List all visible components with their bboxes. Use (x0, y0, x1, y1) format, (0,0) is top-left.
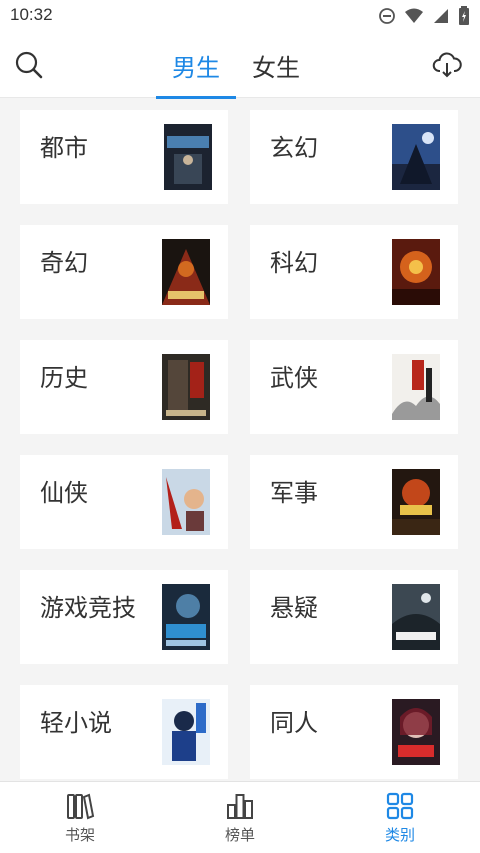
category-cover-image (162, 584, 210, 650)
category-cover-image (162, 354, 210, 420)
category-cover-image (392, 239, 440, 305)
category-label: 都市 (40, 134, 88, 162)
signal-icon (434, 9, 448, 23)
category-card-xianxia[interactable]: 仙侠 (20, 455, 228, 549)
category-label: 军事 (270, 479, 318, 507)
status-icons (378, 6, 470, 26)
category-label: 仙侠 (40, 479, 88, 507)
category-card-youxijingji[interactable]: 游戏竞技 (20, 570, 228, 664)
category-card-kehuan[interactable]: 科幻 (250, 225, 458, 319)
bookshelf-icon (67, 793, 95, 819)
category-cover-image (392, 699, 440, 765)
category-cover-image (392, 124, 440, 190)
category-card-wuxia[interactable]: 武侠 (250, 340, 458, 434)
category-cover-image (162, 469, 210, 535)
category-label: 玄幻 (270, 134, 318, 162)
category-cover-image (164, 124, 212, 190)
category-label: 同人 (270, 709, 318, 737)
category-label: 轻小说 (40, 709, 112, 737)
category-cover-image (392, 354, 440, 420)
category-label: 悬疑 (270, 594, 318, 622)
category-card-qihuan[interactable]: 奇幻 (20, 225, 228, 319)
nav-label: 类别 (384, 825, 415, 844)
category-card-dushi[interactable]: 都市 (20, 110, 228, 204)
status-bar: 10:32 (0, 0, 480, 32)
category-label: 科幻 (270, 249, 318, 277)
category-label: 奇幻 (40, 249, 88, 277)
download-button[interactable] (430, 48, 464, 82)
nav-category[interactable]: 类别 (320, 782, 480, 853)
category-card-qingxiaoshuo[interactable]: 轻小说 (20, 685, 228, 779)
category-cover-image (392, 469, 440, 535)
gender-tabs: 男生 女生 (156, 32, 316, 99)
category-card-xuanhuan[interactable]: 玄幻 (250, 110, 458, 204)
do-not-disturb-icon (379, 8, 395, 24)
nav-ranking[interactable]: 榜单 (160, 782, 320, 853)
battery-icon (459, 6, 469, 25)
category-label: 武侠 (270, 364, 318, 392)
search-icon (15, 51, 43, 79)
category-cover-image (162, 239, 210, 305)
category-cover-image (162, 699, 210, 765)
ranking-icon (227, 793, 253, 819)
bottom-navigation: 书架 榜单 类别 (0, 781, 480, 853)
nav-label: 书架 (64, 825, 95, 844)
category-card-junshi[interactable]: 军事 (250, 455, 458, 549)
category-card-lishi[interactable]: 历史 (20, 340, 228, 434)
tab-male[interactable]: 男生 (156, 32, 236, 99)
nav-label: 榜单 (224, 825, 255, 844)
tab-female[interactable]: 女生 (236, 32, 316, 98)
cloud-download-icon (432, 52, 462, 78)
category-grid: 都市 玄幻 奇幻 科幻 历史 武侠 仙侠 军事 游戏竞技 悬疑 轻小说 同人 (0, 98, 480, 781)
nav-bookshelf[interactable]: 书架 (0, 782, 160, 853)
category-card-tongren[interactable]: 同人 (250, 685, 458, 779)
top-bar: 男生 女生 (0, 32, 480, 99)
category-label: 游戏竞技 (40, 594, 136, 622)
category-grid-icon (386, 792, 414, 819)
category-card-xuanyi[interactable]: 悬疑 (250, 570, 458, 664)
wifi-icon (405, 8, 423, 23)
status-time: 10:32 (10, 5, 53, 24)
category-cover-image (392, 584, 440, 650)
search-button[interactable] (12, 48, 46, 82)
category-label: 历史 (40, 364, 88, 392)
